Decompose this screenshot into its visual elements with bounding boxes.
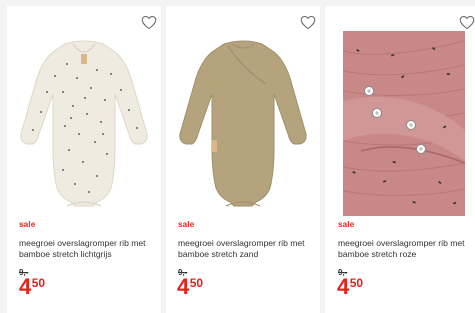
product-image[interactable] xyxy=(166,30,320,218)
product-card[interactable]: sale meegroei overslagromper rib met bam… xyxy=(166,6,320,313)
sale-price: 450 xyxy=(19,275,45,299)
product-image[interactable] xyxy=(343,31,465,216)
product-card[interactable]: sale meegroei overslagromper rib met bam… xyxy=(7,6,161,313)
price-integer: 4 xyxy=(177,274,189,299)
sale-badge: sale xyxy=(19,220,36,229)
price-decimals: 50 xyxy=(189,276,204,290)
sale-badge: sale xyxy=(338,220,355,229)
heart-outline-icon[interactable] xyxy=(459,15,475,30)
price-decimals: 50 xyxy=(349,276,364,290)
product-title[interactable]: meegroei overslagromper rib met bamboe s… xyxy=(19,238,157,259)
price-integer: 4 xyxy=(337,274,349,299)
product-title[interactable]: meegroei overslagromper rib met bamboe s… xyxy=(338,238,475,259)
sale-badge: sale xyxy=(178,220,195,229)
price-integer: 4 xyxy=(19,274,31,299)
heart-outline-icon[interactable] xyxy=(300,15,316,30)
sale-price: 450 xyxy=(337,275,363,299)
product-grid: sale meegroei overslagromper rib met bam… xyxy=(0,0,475,313)
product-title[interactable]: meegroei overslagromper rib met bamboe s… xyxy=(178,238,316,259)
price-decimals: 50 xyxy=(31,276,46,290)
product-image[interactable] xyxy=(7,30,161,218)
product-card[interactable]: sale meegroei overslagromper rib met bam… xyxy=(325,6,475,313)
sale-price: 450 xyxy=(177,275,203,299)
heart-outline-icon[interactable] xyxy=(141,15,157,30)
